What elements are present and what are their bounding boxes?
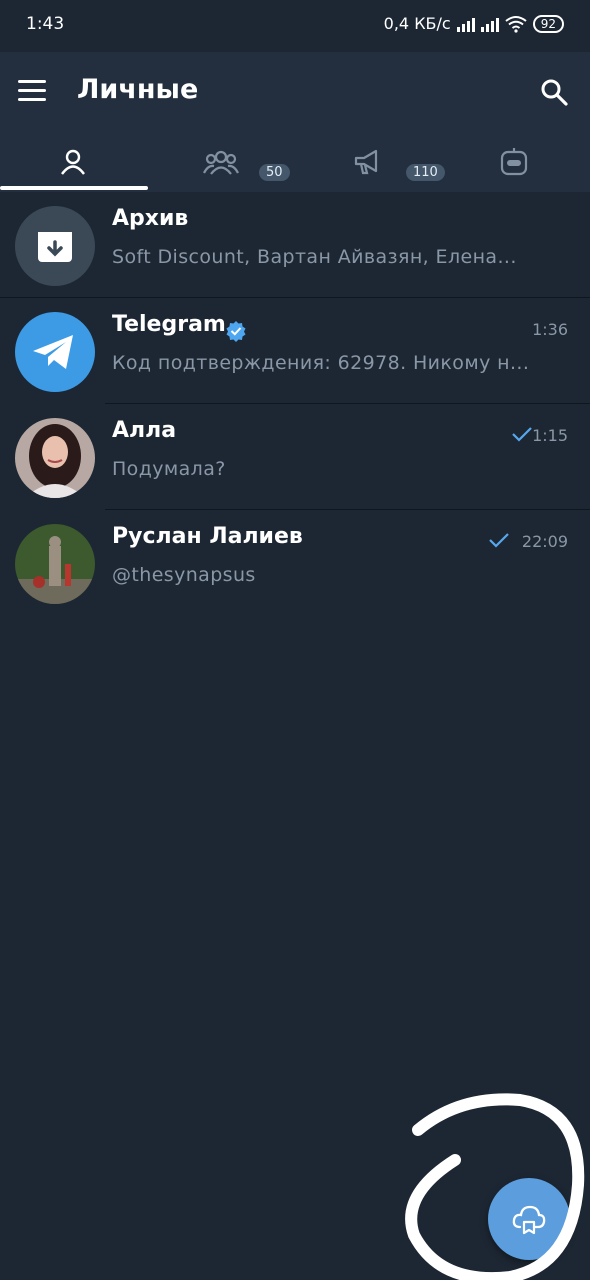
channels-badge: 110 xyxy=(406,164,445,181)
active-tab-indicator xyxy=(0,186,148,190)
tab-personal[interactable] xyxy=(0,132,147,192)
group-icon xyxy=(203,150,239,175)
chat-item-archive[interactable]: Архив Soft Discount, Вартан Айвазян, Еле… xyxy=(0,192,590,298)
read-check-icon xyxy=(489,533,509,548)
chat-name: Telegram xyxy=(112,312,226,337)
avatar xyxy=(15,418,95,498)
chat-time: 22:09 xyxy=(521,532,568,551)
status-time: 1:43 xyxy=(26,14,65,34)
page-title: Личные xyxy=(77,74,199,105)
telegram-icon xyxy=(15,312,95,392)
archive-icon xyxy=(15,206,95,286)
chat-item-telegram[interactable]: Telegram 1:36 Код подтверждения: 62978. … xyxy=(0,298,590,404)
chat-time: 1:36 xyxy=(532,320,568,339)
status-indicators: 0,4 КБ/с 92 xyxy=(384,14,564,33)
battery-indicator: 92 xyxy=(532,14,564,33)
bot-icon xyxy=(500,148,528,176)
tab-channels[interactable]: 110 xyxy=(294,132,445,192)
tab-groups[interactable]: 50 xyxy=(147,132,294,192)
tab-bots[interactable] xyxy=(441,132,588,192)
chat-item-alla[interactable]: Алла 1:15 Подумала? xyxy=(0,404,590,510)
toolbar: Личные xyxy=(0,52,590,132)
chat-preview: Soft Discount, Вартан Айвазян, Елена... xyxy=(112,246,517,268)
chat-name: Архив xyxy=(112,206,189,231)
chat-name: Алла xyxy=(112,418,177,443)
annotation-circle xyxy=(405,1093,585,1280)
verified-badge-icon xyxy=(226,321,246,342)
search-icon[interactable] xyxy=(540,78,568,106)
network-speed: 0,4 КБ/с xyxy=(383,14,451,33)
chat-time: 1:15 xyxy=(532,426,568,445)
menu-icon[interactable] xyxy=(18,80,46,104)
read-check-icon xyxy=(512,427,532,442)
folder-tabs: 50 110 xyxy=(0,132,590,192)
signal-icon xyxy=(480,16,499,32)
signal-icon xyxy=(456,16,475,32)
status-bar: 1:43 0,4 КБ/с 92 xyxy=(0,0,590,52)
chat-preview: Подумала? xyxy=(112,458,226,480)
person-icon xyxy=(61,149,85,175)
chat-name: Руслан Лалиев xyxy=(112,524,303,549)
chat-preview: @thesynapsus xyxy=(112,564,256,586)
cloud-icon xyxy=(512,1205,546,1235)
new-message-button[interactable] xyxy=(488,1178,570,1260)
chat-item-ruslan[interactable]: Руслан Лалиев 22:09 @thesynapsus xyxy=(0,510,590,616)
chat-preview: Код подтверждения: 62978. Никому н... xyxy=(112,352,530,374)
megaphone-icon xyxy=(354,149,378,175)
groups-badge: 50 xyxy=(259,164,290,181)
wifi-icon xyxy=(505,15,527,33)
avatar xyxy=(15,524,95,604)
